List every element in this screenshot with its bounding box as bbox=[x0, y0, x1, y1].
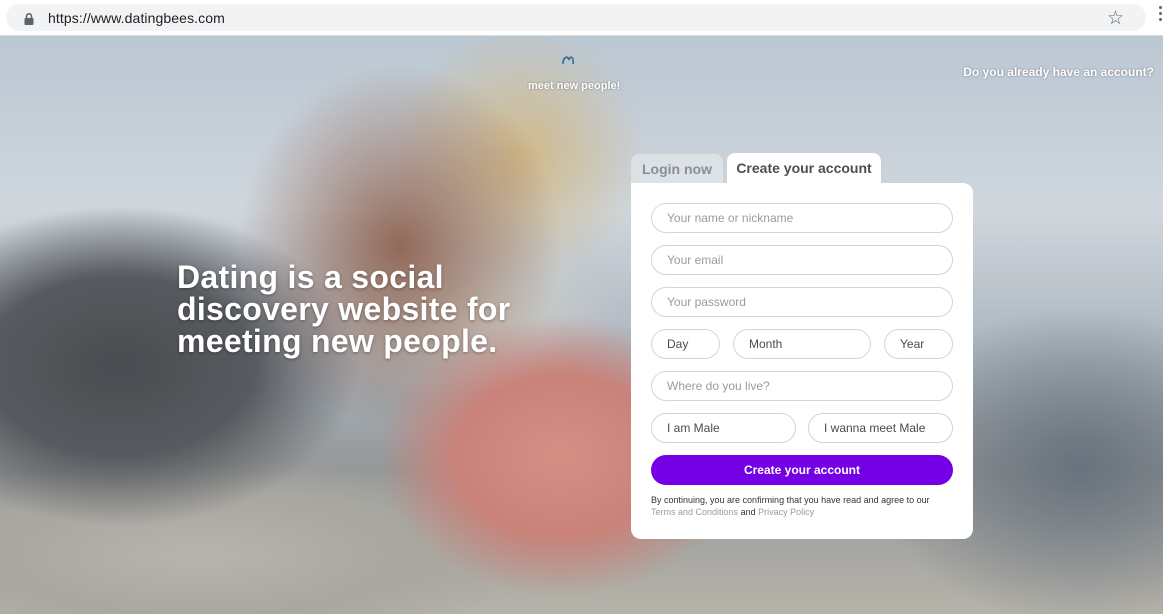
star-icon[interactable]: ☆ bbox=[1107, 7, 1124, 29]
email-input[interactable]: Your email bbox=[651, 245, 953, 275]
menu-dots-icon[interactable] bbox=[1159, 6, 1163, 26]
legal-and: and bbox=[740, 507, 756, 517]
birth-year-select[interactable]: Year bbox=[884, 329, 953, 359]
lock-icon bbox=[24, 13, 34, 25]
name-input[interactable]: Your name or nickname bbox=[651, 203, 953, 233]
legal-text: By continuing, you are confirming that y… bbox=[651, 495, 930, 505]
url-text[interactable]: https://www.datingbees.com bbox=[48, 10, 225, 26]
hero-section: meet new people! Do you already have an … bbox=[0, 36, 1163, 614]
already-have-account-link[interactable]: Do you already have an account? bbox=[963, 65, 1154, 79]
seeking-select[interactable]: I wanna meet Male bbox=[808, 413, 953, 443]
tab-login[interactable]: Login now bbox=[631, 154, 723, 184]
create-account-button[interactable]: Create your account bbox=[651, 455, 953, 485]
birth-day-select[interactable]: Day bbox=[651, 329, 720, 359]
logo-icon bbox=[562, 56, 574, 65]
gender-select[interactable]: I am Male bbox=[651, 413, 796, 443]
password-input[interactable]: Your password bbox=[651, 287, 953, 317]
brand-logo[interactable]: meet new people! bbox=[528, 54, 628, 94]
signup-form: Your name or nickname Your email Your pa… bbox=[631, 183, 973, 539]
browser-bar: https://www.datingbees.com ☆ bbox=[0, 0, 1163, 36]
location-input[interactable]: Where do you live? bbox=[651, 371, 953, 401]
birth-month-select[interactable]: Month bbox=[733, 329, 871, 359]
tab-create-account[interactable]: Create your account bbox=[727, 153, 881, 185]
privacy-link[interactable]: Privacy Policy bbox=[758, 507, 814, 517]
legal-notice: By continuing, you are confirming that y… bbox=[651, 494, 953, 518]
address-bar[interactable]: https://www.datingbees.com ☆ bbox=[6, 4, 1146, 31]
tagline: meet new people! bbox=[528, 80, 621, 92]
hero-headline: Dating is a social discovery website for… bbox=[177, 259, 511, 359]
terms-link[interactable]: Terms and Conditions bbox=[651, 507, 738, 517]
hero-image-overlay bbox=[0, 36, 1163, 614]
